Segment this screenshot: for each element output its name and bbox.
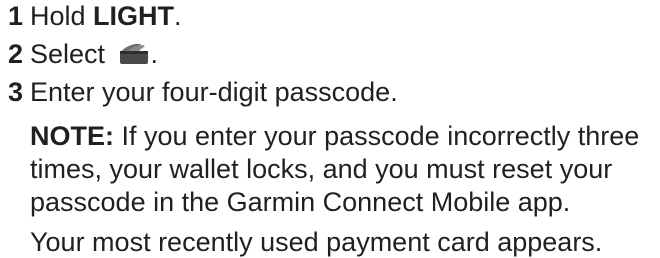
instruction-page: 1 Hold LIGHT. 2 Select . 3 Enter your four-… — [0, 0, 660, 258]
step-punctuation: . — [174, 1, 182, 31]
step-text: Hold — [30, 1, 94, 31]
step-number: 3 — [8, 77, 24, 107]
step-text: Select — [30, 39, 113, 69]
step-2: 2 Select . — [8, 38, 158, 73]
step-3: 3 Enter your four-digit passcode. — [8, 76, 398, 108]
button-name: LIGHT — [93, 1, 175, 31]
wallet-icon — [117, 41, 151, 73]
note-label: NOTE: — [30, 121, 114, 151]
step-1: 1 Hold LIGHT. — [8, 0, 182, 32]
step-number: 1 — [8, 1, 24, 31]
note-line-3: passcode in the Garmin Connect Mobile ap… — [30, 186, 570, 218]
note-text: passcode in the Garmin Connect Mobile ap… — [30, 187, 571, 217]
note-line-2: times, your wallet locks, and you must r… — [30, 153, 612, 185]
step-text: Enter your four-digit passcode. — [30, 77, 398, 107]
note-text: times, your wallet locks, and you must r… — [30, 154, 613, 184]
step-punctuation: . — [150, 39, 159, 69]
result-text: Your most recently used payment card app… — [30, 227, 603, 257]
note-line-1: NOTE: If you enter your passcode incorre… — [30, 120, 639, 152]
step-number: 2 — [8, 39, 24, 69]
note-text: If you enter your passcode incorrectly t… — [114, 121, 640, 151]
